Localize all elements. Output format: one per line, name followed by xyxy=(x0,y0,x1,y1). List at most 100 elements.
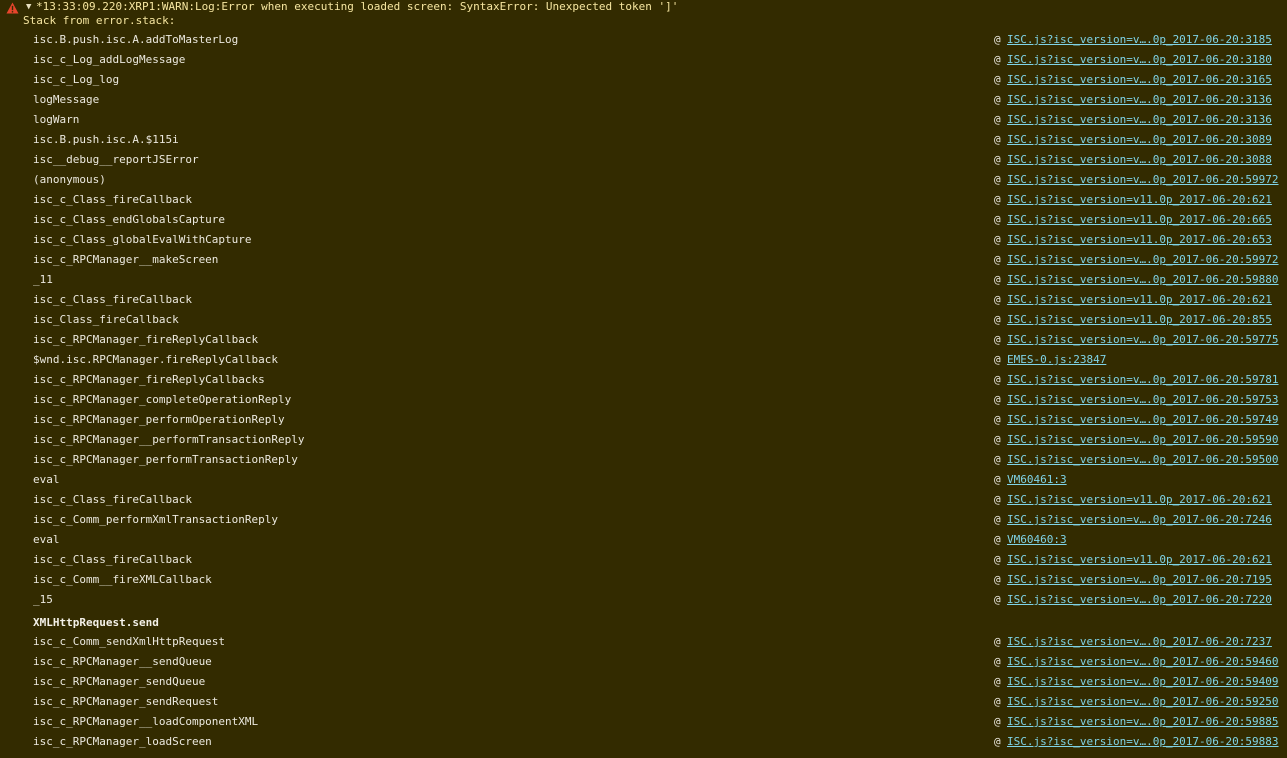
source-location-link[interactable]: ISC.js?isc_version=v11.0p_2017-06-20:653 xyxy=(1007,230,1272,250)
stack-frame-row: isc.B.push.isc.A.addToMasterLog @ ISC.js?i… xyxy=(0,30,1287,50)
at-symbol: @ xyxy=(994,133,1001,146)
source-location-link[interactable]: ISC.js?isc_version=v….0p_2017-06-20:3185 xyxy=(1007,30,1272,50)
console-panel: ▼ *13:33:09.220:XRP1:WARN:Log:Error when… xyxy=(0,0,1287,758)
source-location-link[interactable]: ISC.js?isc_version=v….0p_2017-06-20:3088 xyxy=(1007,150,1272,170)
stack-frame-row: isc_c_RPCManager_sendRequest @ ISC.js?isc_… xyxy=(0,692,1287,712)
stack-frame-row: isc_c_Log_addLogMessage @ ISC.js?isc_versi… xyxy=(0,50,1287,70)
source-location-link[interactable]: ISC.js?isc_version=v11.0p_2017-06-20:665 xyxy=(1007,210,1272,230)
at-symbol: @ xyxy=(994,675,1001,688)
source-location-link[interactable]: ISC.js?isc_version=v….0p_2017-06-20:5988… xyxy=(1007,270,1279,290)
source-location-link[interactable]: ISC.js?isc_version=v….0p_2017-06-20:5975… xyxy=(1007,390,1279,410)
source-location-link[interactable]: ISC.js?isc_version=v….0p_2017-06-20:3089 xyxy=(1007,130,1272,150)
source-location-link[interactable]: ISC.js?isc_version=v….0p_2017-06-20:7220 xyxy=(1007,590,1272,610)
function-name: isc_c_RPCManager_completeOperationReply xyxy=(33,393,292,406)
stack-frame-row: isc_c_Class_fireCallback @ ISC.js?isc_vers… xyxy=(0,490,1287,510)
source-location-link[interactable]: ISC.js?isc_version=v….0p_2017-06-20:5946… xyxy=(1007,652,1279,672)
function-name: isc_c_RPCManager__makeScreen xyxy=(33,253,219,266)
at-symbol: @ xyxy=(994,433,1001,446)
stack-frame-row: isc_c_Comm_sendXmlHttpRequest @ ISC.js?isc… xyxy=(0,632,1287,652)
source-location-link[interactable]: ISC.js?isc_version=v….0p_2017-06-20:3165 xyxy=(1007,70,1272,90)
stack-frame-row: isc_c_Class_endGlobalsCapture @ ISC.js?isc… xyxy=(0,210,1287,230)
at-symbol: @ xyxy=(994,193,1001,206)
function-name: isc_c_RPCManager__sendQueue xyxy=(33,655,212,668)
stack-frame-row: isc_c_RPCManager_fireReplyCallback @ ISC.j… xyxy=(0,330,1287,350)
function-name: isc__debug__reportJSError xyxy=(33,153,199,166)
source-location-link[interactable]: ISC.js?isc_version=v….0p_2017-06-20:5940… xyxy=(1007,672,1279,692)
stack-frame-row: $wnd.isc.RPCManager.fireReplyCallback @ EM… xyxy=(0,350,1287,370)
warning-message-row[interactable]: ▼ *13:33:09.220:XRP1:WARN:Log:Error when… xyxy=(0,0,1287,14)
source-location-link[interactable]: ISC.js?isc_version=v….0p_2017-06-20:7246 xyxy=(1007,510,1272,530)
source-location-link[interactable]: ISC.js?isc_version=v….0p_2017-06-20:3180 xyxy=(1007,50,1272,70)
caret-down-icon[interactable]: ▼ xyxy=(26,0,36,14)
at-symbol: @ xyxy=(994,695,1001,708)
stack-frame-row: isc__debug__reportJSError @ ISC.js?isc_ver… xyxy=(0,150,1287,170)
function-name: _11 xyxy=(33,273,53,286)
stack-frame-row: isc_c_Class_globalEvalWithCapture @ ISC.js… xyxy=(0,230,1287,250)
at-symbol: @ xyxy=(994,373,1001,386)
stack-trace-list: isc.B.push.isc.A.addToMasterLog @ ISC.js?i… xyxy=(0,30,1287,752)
source-location-link[interactable]: ISC.js?isc_version=v….0p_2017-06-20:5997… xyxy=(1007,170,1279,190)
stack-frame-row: isc_c_RPCManager_performTransactionReply… xyxy=(0,450,1287,470)
function-name: $wnd.isc.RPCManager.fireReplyCallback xyxy=(33,353,279,366)
source-location-link[interactable]: ISC.js?isc_version=v….0p_2017-06-20:7195 xyxy=(1007,570,1272,590)
function-name: isc_c_Class_fireCallback xyxy=(33,493,192,506)
source-location-link[interactable]: ISC.js?isc_version=v….0p_2017-06-20:5988… xyxy=(1007,732,1279,752)
at-symbol: @ xyxy=(994,473,1001,486)
source-location-link[interactable]: EMES-0.js:23847 xyxy=(1007,350,1106,370)
stack-frame-row: isc_c_RPCManager__makeScreen @ ISC.js?isc_… xyxy=(0,250,1287,270)
stack-frame-row: isc.B.push.isc.A.$115i @ ISC.js?isc_versio… xyxy=(0,130,1287,150)
function-name: isc_c_Class_fireCallback xyxy=(33,293,192,306)
at-symbol: @ xyxy=(994,393,1001,406)
at-symbol: @ xyxy=(994,553,1001,566)
source-location-link[interactable]: ISC.js?isc_version=v….0p_2017-06-20:3136 xyxy=(1007,110,1272,130)
function-name: isc_c_Class_endGlobalsCapture xyxy=(33,213,226,226)
stack-frame-row: _11 @ ISC.js?isc_version=v….0p_2017-06-20:… xyxy=(0,270,1287,290)
function-name: isc.B.push.isc.A.addToMasterLog xyxy=(33,33,239,46)
source-location-link[interactable]: ISC.js?isc_version=v….0p_2017-06-20:5988… xyxy=(1007,712,1279,732)
stack-frame-row: isc_c_RPCManager__sendQueue @ ISC.js?isc_v… xyxy=(0,652,1287,672)
stack-frame-row: isc_c_Log_log @ ISC.js?isc_version=v….0p_2… xyxy=(0,70,1287,90)
at-symbol: @ xyxy=(994,313,1001,326)
at-symbol: @ xyxy=(994,73,1001,86)
function-name: isc_c_RPCManager_fireReplyCallbacks xyxy=(33,373,265,386)
function-name: _15 xyxy=(33,593,53,606)
at-symbol: @ xyxy=(994,233,1001,246)
function-name: isc_c_RPCManager_sendRequest xyxy=(33,695,219,708)
function-name: isc_c_RPCManager__loadComponentXML xyxy=(33,715,259,728)
stack-frame-row: isc_c_Class_fireCallback @ ISC.js?isc_vers… xyxy=(0,290,1287,310)
source-location-link[interactable]: ISC.js?isc_version=v….0p_2017-06-20:3136 xyxy=(1007,90,1272,110)
source-location-link[interactable]: ISC.js?isc_version=v….0p_2017-06-20:5950… xyxy=(1007,450,1279,470)
source-location-link[interactable]: ISC.js?isc_version=v11.0p_2017-06-20:621 xyxy=(1007,290,1272,310)
source-location-link[interactable]: VM60461:3 xyxy=(1007,470,1067,490)
at-symbol: @ xyxy=(994,333,1001,346)
stack-frame-row: logMessage @ ISC.js?isc_version=v….0p_2017… xyxy=(0,90,1287,110)
function-name: isc_c_RPCManager_sendQueue xyxy=(33,675,206,688)
stack-frame-row: isc_c_Class_fireCallback @ ISC.js?isc_vers… xyxy=(0,190,1287,210)
source-location-link[interactable]: ISC.js?isc_version=v11.0p_2017-06-20:621 xyxy=(1007,550,1272,570)
function-name: isc_c_Comm__fireXMLCallback xyxy=(33,573,212,586)
at-symbol: @ xyxy=(994,655,1001,668)
source-location-link[interactable]: ISC.js?isc_version=v….0p_2017-06-20:7237 xyxy=(1007,632,1272,652)
source-location-link[interactable]: ISC.js?isc_version=v11.0p_2017-06-20:621 xyxy=(1007,190,1272,210)
function-name: isc.B.push.isc.A.$115i xyxy=(33,133,179,146)
stack-frame-row: eval @ VM60460:3 xyxy=(0,530,1287,550)
function-name: isc_c_RPCManager_performOperationReply xyxy=(33,413,285,426)
at-symbol: @ xyxy=(994,113,1001,126)
source-location-link[interactable]: VM60460:3 xyxy=(1007,530,1067,550)
at-symbol: @ xyxy=(994,173,1001,186)
at-symbol: @ xyxy=(994,153,1001,166)
at-symbol: @ xyxy=(994,715,1001,728)
source-location-link[interactable]: ISC.js?isc_version=v….0p_2017-06-20:5978… xyxy=(1007,370,1279,390)
source-location-link[interactable]: ISC.js?isc_version=v11.0p_2017-06-20:855 xyxy=(1007,310,1272,330)
at-symbol: @ xyxy=(994,293,1001,306)
stack-frame-row: isc_c_RPCManager__loadComponentXML @ ISC.j… xyxy=(0,712,1287,732)
source-location-link[interactable]: ISC.js?isc_version=v….0p_2017-06-20:5977… xyxy=(1007,330,1279,350)
source-location-link[interactable]: ISC.js?isc_version=v11.0p_2017-06-20:621 xyxy=(1007,490,1272,510)
source-location-link[interactable]: ISC.js?isc_version=v….0p_2017-06-20:5974… xyxy=(1007,410,1279,430)
source-location-link[interactable]: ISC.js?isc_version=v….0p_2017-06-20:5997… xyxy=(1007,250,1279,270)
function-name: isc_c_RPCManager__performTransactionRepl… xyxy=(33,433,305,446)
source-location-link[interactable]: ISC.js?isc_version=v….0p_2017-06-20:5925… xyxy=(1007,692,1279,712)
at-symbol: @ xyxy=(994,93,1001,106)
at-symbol: @ xyxy=(994,493,1001,506)
source-location-link[interactable]: ISC.js?isc_version=v….0p_2017-06-20:5959… xyxy=(1007,430,1279,450)
